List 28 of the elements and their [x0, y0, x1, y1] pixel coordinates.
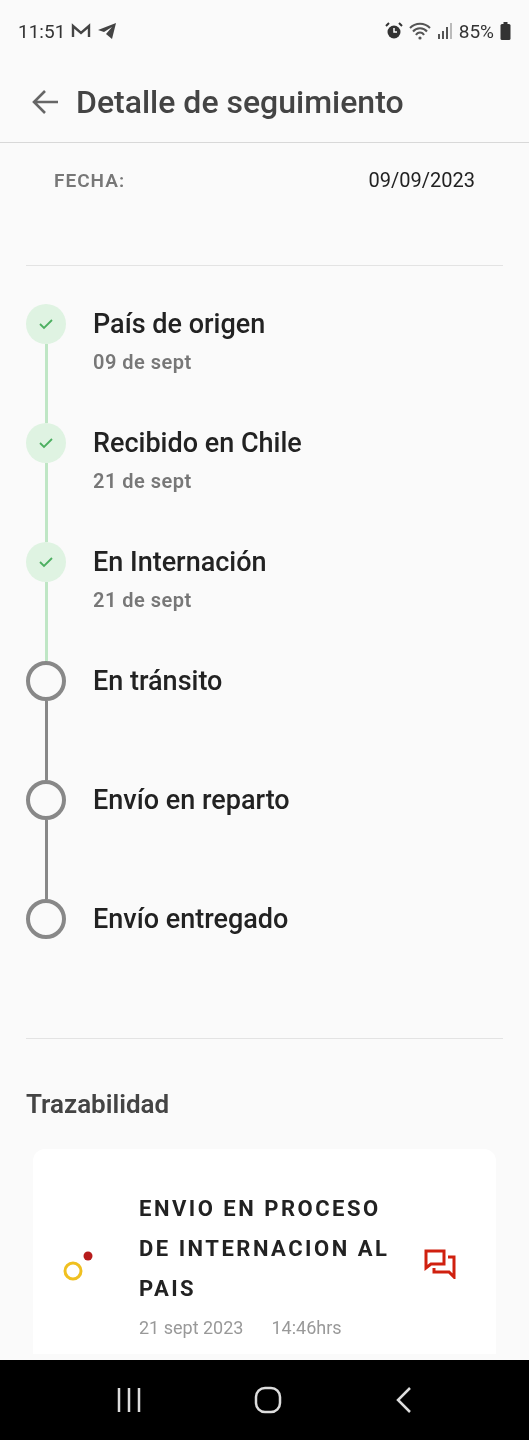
event-time: 14:46hrs [271, 1317, 342, 1338]
step-date: 21 de sept [93, 588, 193, 612]
section-heading: Trazabilidad [26, 1089, 171, 1119]
paper-plane-icon [97, 22, 118, 40]
back-nav-button[interactable] [394, 1386, 413, 1414]
step-date: 21 de sept [93, 469, 193, 493]
page-title: Detalle de seguimiento [76, 83, 404, 121]
step-title: Envío entregado [93, 902, 289, 937]
wifi-icon [408, 22, 431, 40]
mail-icon [71, 23, 92, 39]
step-title: País de origen [93, 307, 266, 342]
event-date: 21 sept 2023 [139, 1317, 244, 1338]
status-time: 11:51 [18, 19, 66, 43]
signal-icon [436, 22, 453, 40]
step-date: 09 de sept [93, 350, 193, 374]
step-title: En tránsito [93, 664, 223, 699]
chat-icon[interactable] [424, 1248, 456, 1279]
recent-apps-button[interactable] [116, 1387, 143, 1413]
step-title: En Internación [93, 545, 267, 580]
date-value: 09/09/2023 [368, 168, 475, 192]
alarm-icon [384, 22, 403, 40]
event-title: ENVIO EN PROCESO DE INTERNACION AL PAIS [139, 1195, 391, 1303]
step-title: Recibido en Chile [93, 426, 302, 461]
date-label: FECHA: [54, 168, 126, 192]
step-title: Envío en reparto [93, 783, 290, 818]
battery-percent: 85% [458, 19, 494, 43]
battery-icon [500, 22, 511, 40]
home-button[interactable] [254, 1386, 283, 1414]
